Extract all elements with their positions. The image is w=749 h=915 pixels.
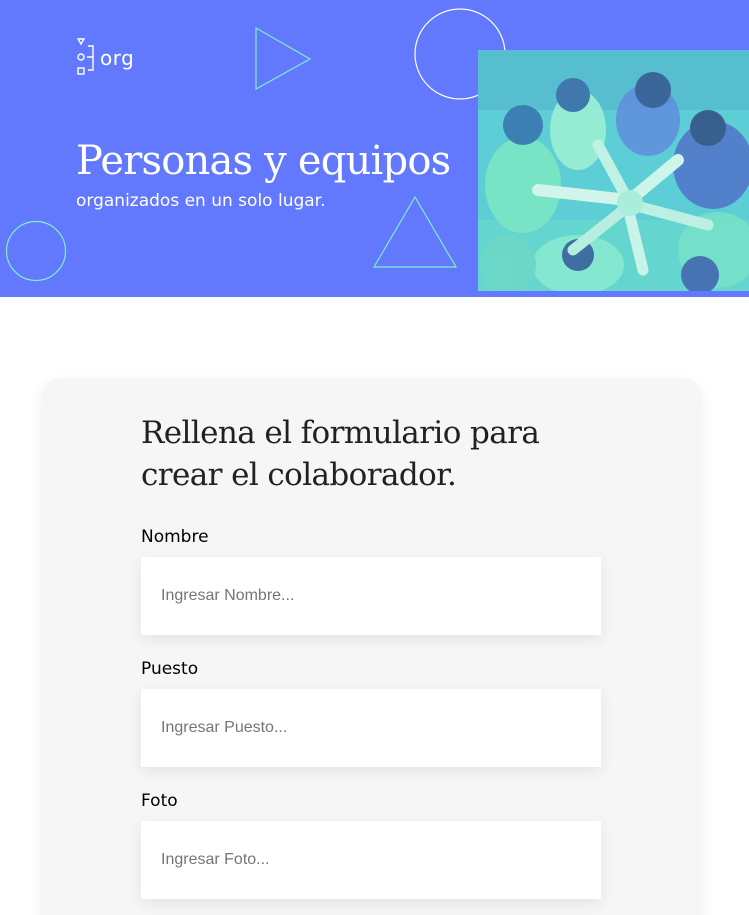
form-title-line: Rellena el formulario para bbox=[141, 415, 540, 451]
form-title-line: crear el colaborador. bbox=[141, 457, 457, 493]
name-input[interactable] bbox=[141, 557, 601, 635]
team-hands-photo bbox=[478, 50, 749, 291]
photo-label: Foto bbox=[141, 791, 178, 811]
team-hands-illustration bbox=[478, 50, 749, 291]
photo-input[interactable] bbox=[141, 821, 601, 899]
name-label: Nombre bbox=[141, 527, 209, 547]
hero-banner: org Personas y equipos organizados en un… bbox=[0, 0, 749, 297]
brand-name: org bbox=[100, 46, 135, 70]
position-label: Puesto bbox=[141, 659, 199, 679]
form-title: Rellena el formulario para crear el cola… bbox=[141, 412, 581, 496]
brand-logo[interactable]: org bbox=[76, 38, 134, 78]
position-input[interactable] bbox=[141, 689, 601, 767]
org-chart-icon bbox=[76, 38, 94, 75]
circle-outline-decoration bbox=[5, 220, 67, 282]
hero-title: Personas y equipos bbox=[76, 138, 451, 184]
hero-subtitle: organizados en un solo lugar. bbox=[76, 191, 326, 211]
triangle-outline-decoration bbox=[372, 195, 458, 268]
collaborator-form-card: Rellena el formulario para crear el cola… bbox=[42, 378, 701, 915]
triangle-outline-decoration bbox=[255, 26, 312, 91]
